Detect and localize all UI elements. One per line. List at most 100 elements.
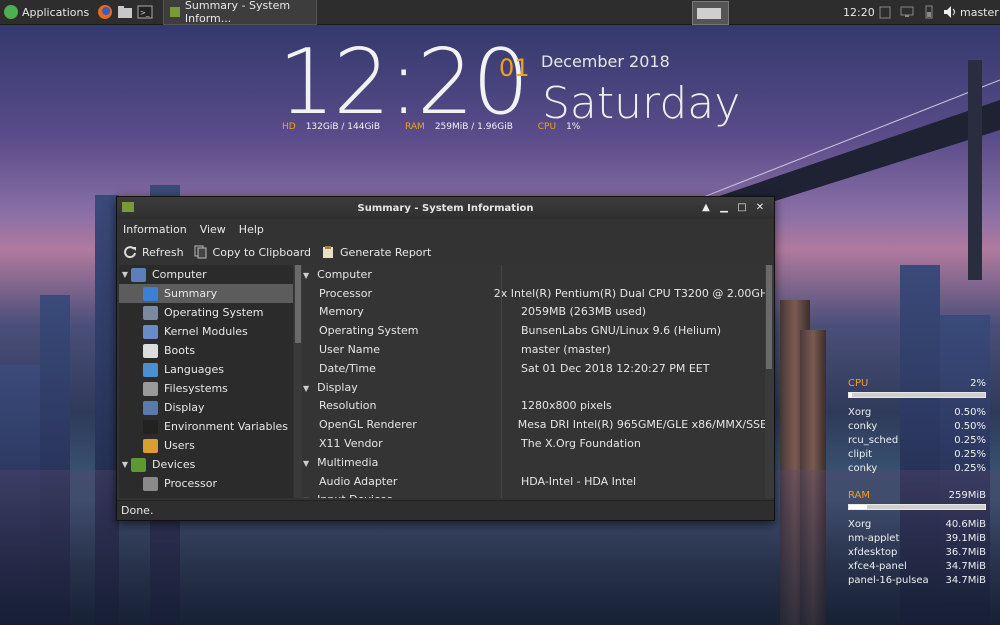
tree-item-users[interactable]: Users: [119, 436, 293, 455]
process-value: 39.1MiB: [945, 533, 986, 544]
details-section-row[interactable]: ▼ Computer: [303, 265, 774, 284]
tree-scrollbar-thumb[interactable]: [295, 265, 301, 343]
firefox-icon: [98, 5, 113, 19]
process-row: Xorg 0.50%: [848, 406, 986, 420]
expander-icon[interactable]: ▼: [303, 496, 309, 498]
status-bar: Done.: [117, 500, 774, 520]
tree-item-label: Operating System: [164, 306, 264, 319]
details-section-row[interactable]: ▼ Input Devices: [303, 491, 774, 498]
tree-item-label: Summary: [164, 287, 218, 300]
system-tray: [877, 0, 937, 24]
menu-view[interactable]: View: [200, 223, 226, 236]
details-row[interactable]: Processor 2x Intel(R) Pentium(R) Dual CPU…: [303, 284, 774, 303]
details-row[interactable]: Resolution 1280x800 pixels: [303, 397, 774, 416]
computer-icon: [131, 267, 146, 282]
shade-up-icon[interactable]: ▲: [698, 200, 714, 216]
tree-scrollbar[interactable]: [294, 265, 302, 498]
expander-icon[interactable]: ▼: [303, 459, 309, 468]
panel-clock[interactable]: 12:20: [843, 0, 875, 24]
tree-item-processor[interactable]: Processor: [119, 474, 293, 493]
tree-item-label: Kernel Modules: [164, 325, 248, 338]
report-label: Generate Report: [340, 245, 432, 259]
process-value: 36.7MiB: [945, 547, 986, 558]
hd-label: HD: [282, 122, 296, 132]
refresh-button[interactable]: Refresh: [123, 245, 184, 259]
details-row[interactable]: Date/Time Sat 01 Dec 2018 12:20:27 PM EET: [303, 359, 774, 378]
hardinfo-icon: [122, 202, 134, 212]
generate-report-button[interactable]: Generate Report: [321, 245, 431, 259]
details-scrollbar[interactable]: [765, 265, 774, 498]
process-row: conky 0.25%: [848, 462, 986, 476]
tree-item-environment-variables[interactable]: Environment Variables: [119, 417, 293, 436]
tree-item-display[interactable]: Display: [119, 398, 293, 417]
tree-item-label: Languages: [164, 363, 225, 376]
conky-cpu-panel: CPU 2% Xorg 0.50% conky 0.50% rcu_sched 0.25% c…: [848, 378, 986, 476]
details-section-row[interactable]: ▼ Display: [303, 378, 774, 397]
details-row[interactable]: Operating System BunsenLabs GNU/Linux 9.6…: [303, 321, 774, 340]
filesystem-icon: [143, 381, 158, 396]
user-menu[interactable]: master: [960, 0, 999, 24]
report-icon: [323, 246, 334, 258]
tree-item-summary[interactable]: Summary: [119, 284, 293, 303]
cpu-process-list: Xorg 0.50% conky 0.50% rcu_sched 0.25% clipit 0…: [848, 406, 986, 476]
applications-label: Applications: [22, 5, 90, 19]
details-value: Mesa DRI Intel(R) 965GME/GLE x86/MMX/SSE…: [517, 418, 774, 432]
close-icon[interactable]: ✕: [752, 200, 768, 216]
menu-information[interactable]: Information: [123, 223, 187, 236]
expander-icon[interactable]: ▼: [303, 271, 309, 280]
tree-item-filesystems[interactable]: Filesystems: [119, 379, 293, 398]
details-key: Audio Adapter: [319, 474, 398, 488]
tree-item-operating-system[interactable]: Operating System: [119, 303, 293, 322]
details-row[interactable]: X11 Vendor The X.Org Foundation: [303, 434, 774, 453]
workspace-switcher[interactable]: [692, 1, 729, 25]
expander-icon[interactable]: ▼: [119, 270, 131, 279]
details-pane: ▼ Computer Processor 2x Intel(R) Pentium(R)…: [303, 265, 774, 498]
details-row[interactable]: User Name master (master): [303, 340, 774, 359]
volume-icon[interactable]: [942, 0, 958, 24]
cpu-value: 1%: [566, 122, 581, 132]
ram-value: 259MiB / 1.96GiB: [434, 122, 513, 132]
firefox-launcher[interactable]: [95, 0, 115, 24]
tree-item-kernel-modules[interactable]: Kernel Modules: [119, 322, 293, 341]
process-row: rcu_sched 0.25%: [848, 434, 986, 448]
network-icon[interactable]: [899, 4, 915, 20]
details-scrollbar-thumb[interactable]: [766, 265, 772, 369]
tree-item-computer[interactable]: ▼ Computer: [119, 265, 293, 284]
details-key: Input Devices: [317, 493, 392, 498]
process-value: 34.7MiB: [945, 575, 986, 586]
hd-value: 132GiB / 144GiB: [305, 122, 381, 132]
details-value: HDA-Intel - HDA Intel: [521, 474, 637, 488]
details-row[interactable]: OpenGL Renderer Mesa DRI Intel(R) 965GME/…: [303, 415, 774, 434]
menu-help[interactable]: Help: [239, 223, 264, 236]
tree-item-devices[interactable]: ▼ Devices: [119, 455, 293, 474]
minimize-icon[interactable]: ▁: [716, 200, 732, 216]
details-key: Resolution: [319, 399, 377, 413]
battery-icon[interactable]: [921, 4, 937, 20]
details-key: Date/Time: [319, 361, 376, 375]
details-row[interactable]: Memory 2059MB (263MB used): [303, 303, 774, 322]
ram-usage-bar: [848, 504, 986, 510]
clipboard-icon[interactable]: [877, 4, 893, 20]
column-separator: [501, 265, 502, 498]
window-titlebar[interactable]: Summary - System Information ▲ ▁ □ ✕: [117, 197, 774, 219]
terminal-launcher[interactable]: >_: [135, 0, 155, 24]
process-value: 0.25%: [954, 463, 986, 474]
process-name: clipit: [848, 449, 873, 460]
maximize-icon[interactable]: □: [734, 200, 750, 216]
process-row: nm-applet 39.1MiB: [848, 532, 986, 546]
details-section-row[interactable]: ▼ Multimedia: [303, 453, 774, 472]
file-manager-launcher[interactable]: [115, 0, 135, 24]
tree-item-languages[interactable]: Languages: [119, 360, 293, 379]
expander-icon[interactable]: ▼: [119, 460, 131, 469]
tree-item-label: Boots: [164, 344, 196, 357]
toolbar: Refresh Copy to Clipboard Generate Repor…: [117, 239, 774, 265]
language-icon: [143, 362, 158, 377]
expander-icon[interactable]: ▼: [303, 384, 309, 393]
tree-item-label: Filesystems: [164, 382, 228, 395]
details-row[interactable]: Audio Adapter HDA-Intel - HDA Intel: [303, 472, 774, 491]
taskbar-window-button[interactable]: Summary - System Inform...: [163, 0, 318, 25]
tree-item-boots[interactable]: Boots: [119, 341, 293, 360]
applications-menu[interactable]: Applications: [0, 0, 95, 24]
copy-to-clipboard-button[interactable]: Copy to Clipboard: [194, 245, 311, 259]
top-panel: Applications >_ Summary - System Inform.…: [0, 0, 1000, 25]
